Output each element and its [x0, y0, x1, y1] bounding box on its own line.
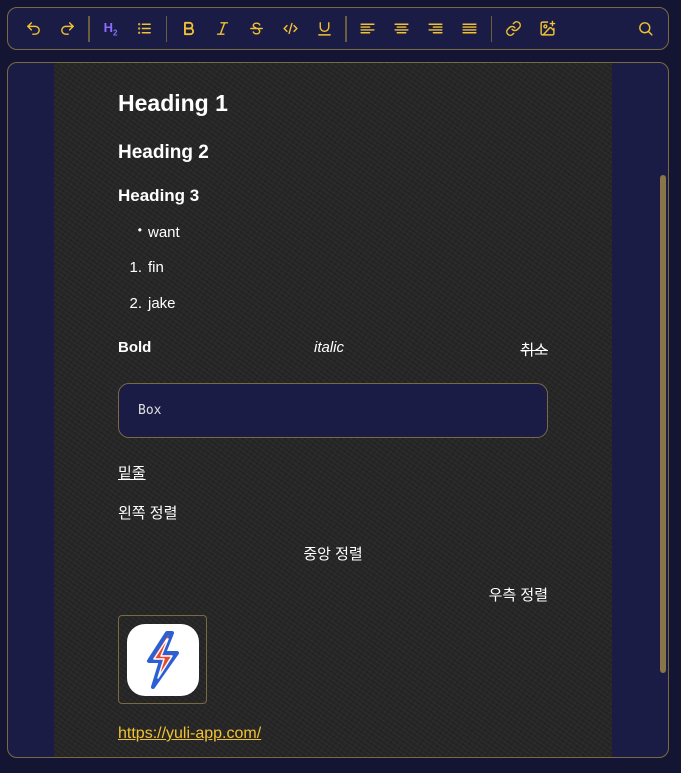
code-button[interactable] — [275, 14, 305, 44]
underline-button[interactable] — [309, 14, 339, 44]
formatted-text-row: Bold italic 취소 — [118, 339, 548, 359]
list-item-text: fin — [148, 259, 164, 276]
editor-toolbar: H2 — [7, 7, 669, 50]
list-item-text: jake — [148, 295, 176, 312]
strikethrough-text: 취소 — [520, 342, 548, 359]
editor-frame: Heading 1 Heading 2 Heading 3 • want 1. fi… — [7, 62, 669, 758]
heading-2: Heading 2 — [118, 142, 209, 163]
bullet-marker: • — [137, 223, 142, 237]
search-button[interactable] — [630, 14, 660, 44]
bullet-list-item: • want — [124, 223, 180, 241]
add-image-icon — [539, 20, 555, 36]
italic-text: italic — [314, 339, 345, 356]
search-icon — [638, 22, 653, 36]
app-logo-image — [126, 623, 199, 696]
underline-icon — [317, 22, 331, 36]
center-aligned-paragraph: 중앙 정렬 — [303, 546, 363, 563]
toolbar-divider — [345, 15, 347, 42]
toolbar-divider — [88, 15, 90, 42]
code-block-text: Box — [138, 403, 162, 418]
bullet-list-button[interactable] — [130, 14, 160, 44]
link-button[interactable] — [498, 14, 528, 44]
bold-text: Bold — [118, 339, 152, 356]
add-image-button[interactable] — [532, 14, 562, 44]
list-item-text: want — [148, 224, 180, 241]
bold-button[interactable] — [173, 14, 203, 44]
heading-2-icon: H2 — [103, 19, 118, 38]
yuli-app-logo-icon — [146, 630, 179, 689]
align-justify-button[interactable] — [455, 14, 485, 44]
left-aligned-paragraph: 왼쪽 정렬 — [118, 505, 178, 522]
align-center-icon — [394, 23, 409, 34]
document-link[interactable]: https://yuli-app.com/ — [118, 725, 261, 743]
embedded-image[interactable] — [118, 615, 207, 704]
align-left-icon — [360, 23, 375, 34]
redo-icon — [60, 22, 74, 35]
ordered-list-item: 1. fin — [124, 259, 164, 276]
strikethrough-button[interactable] — [241, 14, 271, 44]
list-number: 2. — [129, 295, 142, 312]
redo-button[interactable] — [52, 14, 82, 44]
code-icon — [282, 22, 298, 35]
bullet-list-icon — [138, 23, 151, 34]
align-right-button[interactable] — [421, 14, 451, 44]
heading-1: Heading 1 — [118, 90, 228, 116]
strikethrough-icon — [249, 22, 263, 35]
undo-button[interactable] — [18, 14, 48, 44]
heading-2-button[interactable]: H2 — [96, 14, 126, 44]
ordered-list-item: 2. jake — [124, 295, 176, 312]
editor-scrollbar[interactable] — [660, 175, 666, 673]
toolbar-divider — [490, 15, 492, 42]
toolbar-divider — [165, 15, 167, 42]
link-icon — [505, 21, 521, 36]
italic-icon — [216, 22, 228, 35]
align-right-icon — [428, 23, 443, 34]
undo-icon — [26, 22, 40, 35]
align-center-button[interactable] — [387, 14, 417, 44]
list-number: 1. — [129, 259, 142, 276]
align-left-button[interactable] — [353, 14, 383, 44]
underline-text: 밑줄 — [118, 465, 146, 482]
right-aligned-paragraph: 우측 정렬 — [488, 587, 548, 604]
heading-3: Heading 3 — [118, 186, 200, 205]
code-block: Box — [118, 383, 548, 438]
bold-icon — [183, 21, 194, 36]
editor-document[interactable]: Heading 1 Heading 2 Heading 3 • want 1. fi… — [54, 63, 612, 757]
italic-button[interactable] — [207, 14, 237, 44]
align-justify-icon — [462, 23, 477, 34]
